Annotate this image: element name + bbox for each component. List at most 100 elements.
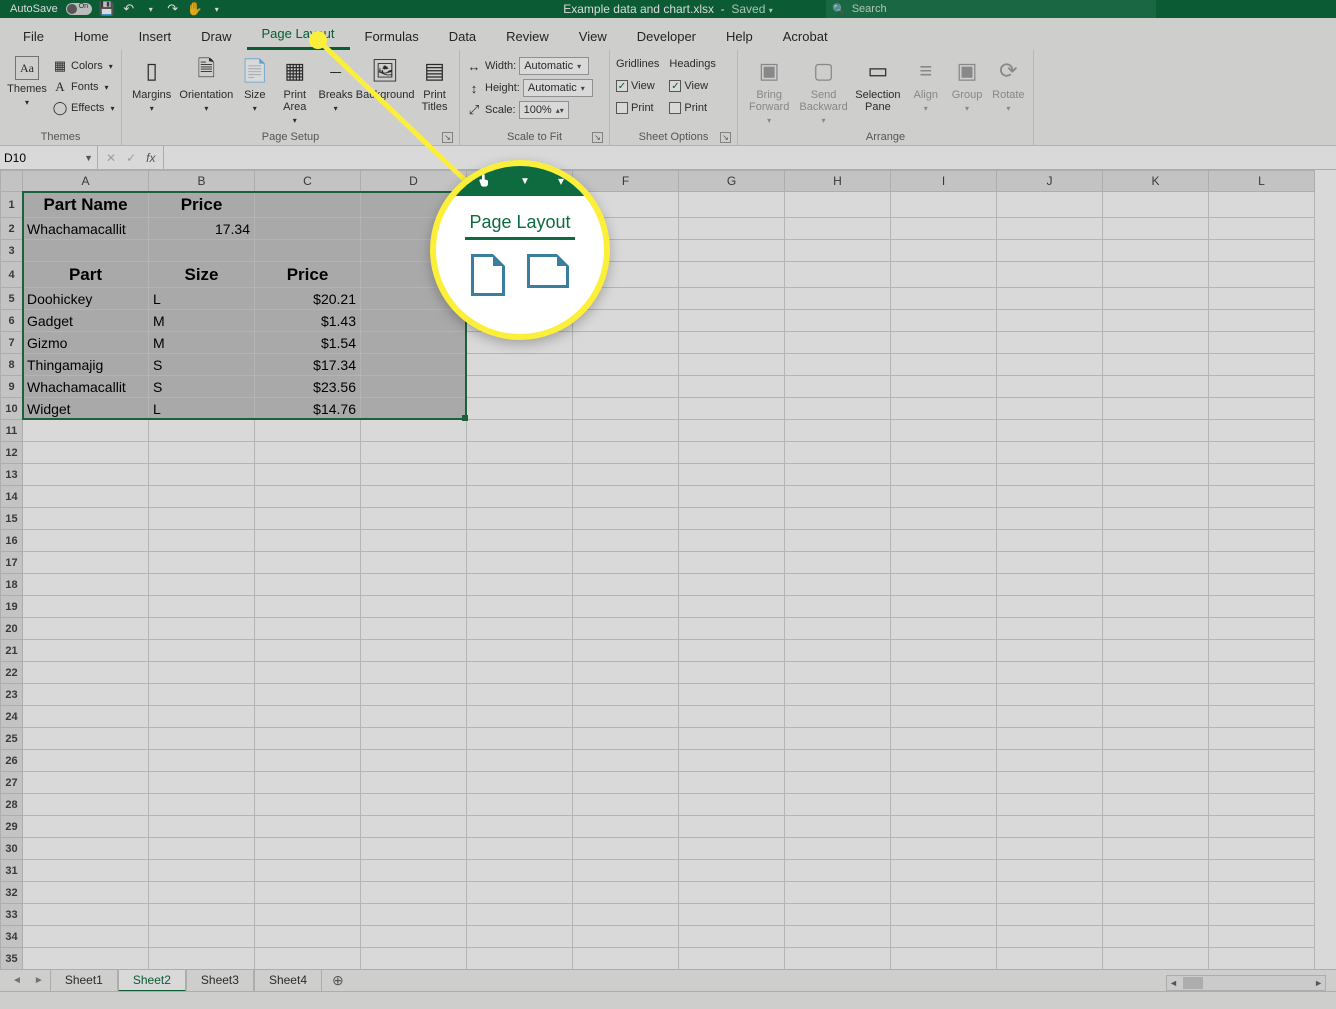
cell-A5[interactable]: Doohickey [23, 288, 149, 310]
cell-C21[interactable] [255, 640, 361, 662]
cell-C31[interactable] [255, 860, 361, 882]
cell-G34[interactable] [679, 926, 785, 948]
cell-J17[interactable] [997, 552, 1103, 574]
cell-J7[interactable] [997, 332, 1103, 354]
sheet-options-launcher[interactable]: ↘ [720, 132, 731, 143]
cell-I8[interactable] [891, 354, 997, 376]
cell-C25[interactable] [255, 728, 361, 750]
cell-B8[interactable]: S [149, 354, 255, 376]
cell-E35[interactable] [467, 948, 573, 970]
col-header-F[interactable]: F [573, 171, 679, 192]
tab-review[interactable]: Review [491, 23, 564, 50]
cell-B2[interactable]: 17.34 [149, 218, 255, 240]
cell-F29[interactable] [573, 816, 679, 838]
cell-F18[interactable] [573, 574, 679, 596]
cell-B12[interactable] [149, 442, 255, 464]
gridlines-print-check[interactable]: Print [616, 98, 659, 118]
cell-D7[interactable] [361, 332, 467, 354]
cell-K34[interactable] [1103, 926, 1209, 948]
cell-I11[interactable] [891, 420, 997, 442]
cell-E18[interactable] [467, 574, 573, 596]
row-header-28[interactable]: 28 [1, 794, 23, 816]
cell-K19[interactable] [1103, 596, 1209, 618]
cell-K33[interactable] [1103, 904, 1209, 926]
cell-B18[interactable] [149, 574, 255, 596]
cell-G11[interactable] [679, 420, 785, 442]
cell-A23[interactable] [23, 684, 149, 706]
cell-F22[interactable] [573, 662, 679, 684]
cell-A9[interactable]: Whachamacallit [23, 376, 149, 398]
row-header-25[interactable]: 25 [1, 728, 23, 750]
cell-I20[interactable] [891, 618, 997, 640]
cell-A24[interactable] [23, 706, 149, 728]
redo-icon[interactable]: ↷ [166, 2, 180, 16]
cell-A20[interactable] [23, 618, 149, 640]
headings-view-check[interactable]: ✓View [669, 76, 715, 96]
row-header-2[interactable]: 2 [1, 218, 23, 240]
cell-A14[interactable] [23, 486, 149, 508]
cell-F26[interactable] [573, 750, 679, 772]
cell-K20[interactable] [1103, 618, 1209, 640]
cell-I4[interactable] [891, 262, 997, 288]
tab-insert[interactable]: Insert [124, 23, 187, 50]
cell-G15[interactable] [679, 508, 785, 530]
col-header-K[interactable]: K [1103, 171, 1209, 192]
cell-C23[interactable] [255, 684, 361, 706]
cell-B22[interactable] [149, 662, 255, 684]
cell-G16[interactable] [679, 530, 785, 552]
cell-F12[interactable] [573, 442, 679, 464]
cell-D34[interactable] [361, 926, 467, 948]
cell-D29[interactable] [361, 816, 467, 838]
cell-B1[interactable]: Price [149, 192, 255, 218]
cell-E30[interactable] [467, 838, 573, 860]
spreadsheet-grid[interactable]: ABCDEFGHIJKL1Part NamePrice2Whachamacall… [0, 170, 1336, 952]
cell-B14[interactable] [149, 486, 255, 508]
cell-C5[interactable]: $20.21 [255, 288, 361, 310]
cell-H3[interactable] [785, 240, 891, 262]
cell-G21[interactable] [679, 640, 785, 662]
cell-C8[interactable]: $17.34 [255, 354, 361, 376]
cell-L30[interactable] [1209, 838, 1315, 860]
row-header-29[interactable]: 29 [1, 816, 23, 838]
cell-B27[interactable] [149, 772, 255, 794]
cell-C24[interactable] [255, 706, 361, 728]
cell-L22[interactable] [1209, 662, 1315, 684]
cell-I19[interactable] [891, 596, 997, 618]
cell-J20[interactable] [997, 618, 1103, 640]
cell-F16[interactable] [573, 530, 679, 552]
cell-D10[interactable] [361, 398, 467, 420]
cell-L20[interactable] [1209, 618, 1315, 640]
print-titles-button[interactable]: ▤Print Titles [416, 52, 453, 113]
cell-I30[interactable] [891, 838, 997, 860]
cell-L19[interactable] [1209, 596, 1315, 618]
cell-L6[interactable] [1209, 310, 1315, 332]
cell-G6[interactable] [679, 310, 785, 332]
cell-K25[interactable] [1103, 728, 1209, 750]
cell-G26[interactable] [679, 750, 785, 772]
cell-L31[interactable] [1209, 860, 1315, 882]
cell-J15[interactable] [997, 508, 1103, 530]
cell-B21[interactable] [149, 640, 255, 662]
undo-icon[interactable]: ↶ [122, 2, 136, 16]
cell-F6[interactable] [573, 310, 679, 332]
cell-C26[interactable] [255, 750, 361, 772]
cell-E19[interactable] [467, 596, 573, 618]
cell-G35[interactable] [679, 948, 785, 970]
row-header-13[interactable]: 13 [1, 464, 23, 486]
cell-G24[interactable] [679, 706, 785, 728]
cell-L10[interactable] [1209, 398, 1315, 420]
cell-L35[interactable] [1209, 948, 1315, 970]
cell-F11[interactable] [573, 420, 679, 442]
cell-G1[interactable] [679, 192, 785, 218]
cell-B11[interactable] [149, 420, 255, 442]
cell-A16[interactable] [23, 530, 149, 552]
cell-K28[interactable] [1103, 794, 1209, 816]
cell-E20[interactable] [467, 618, 573, 640]
cell-J16[interactable] [997, 530, 1103, 552]
cell-F19[interactable] [573, 596, 679, 618]
cell-I9[interactable] [891, 376, 997, 398]
cell-K23[interactable] [1103, 684, 1209, 706]
cell-D6[interactable] [361, 310, 467, 332]
cell-F25[interactable] [573, 728, 679, 750]
cell-D12[interactable] [361, 442, 467, 464]
